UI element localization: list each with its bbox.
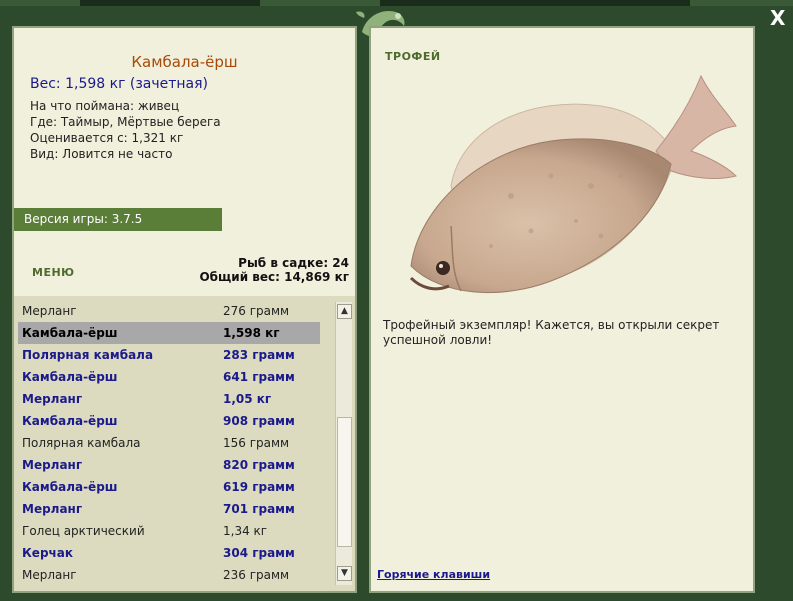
list-item-name: Полярная камбала bbox=[22, 436, 141, 450]
close-icon[interactable]: X bbox=[770, 6, 785, 30]
list-item[interactable]: Мерланг 1,05 кг bbox=[18, 388, 320, 410]
bait-line: На что поймана: живец bbox=[30, 99, 180, 113]
list-item-weight: 1,598 кг bbox=[223, 326, 280, 340]
scroll-thumb[interactable] bbox=[337, 417, 352, 547]
location-line: Где: Таймыр, Мёртвые берега bbox=[30, 115, 221, 129]
list-item[interactable]: Камбала-ёрш 619 грамм bbox=[18, 476, 320, 498]
list-item-name: Керчак bbox=[22, 546, 74, 560]
total-weight: Общий вес: 14,869 кг bbox=[199, 270, 349, 284]
list-item-name: Мерланг bbox=[22, 458, 83, 472]
scroll-up-arrow-icon[interactable]: ▲ bbox=[337, 304, 352, 319]
list-item-weight: 820 грамм bbox=[223, 458, 295, 472]
list-item-weight: 156 грамм bbox=[223, 436, 290, 450]
list-item[interactable]: Керчак 304 грамм bbox=[18, 542, 320, 564]
list-item-weight: 1,34 кг bbox=[223, 524, 268, 538]
list-item[interactable]: Голец арктический 1,34 кг bbox=[18, 520, 320, 542]
list-item-weight: 276 грамм bbox=[223, 304, 290, 318]
trophy-description: Трофейный экземпляр! Кажется, вы открыли… bbox=[383, 318, 720, 347]
list-item-weight: 908 грамм bbox=[223, 414, 295, 428]
list-item-weight: 619 грамм bbox=[223, 480, 295, 494]
fish-weight: Вес: 1,598 кг (зачетная) bbox=[30, 76, 209, 92]
flounder-fish-image bbox=[409, 74, 737, 294]
list-item-weight: 304 грамм bbox=[223, 546, 295, 560]
valuation-line: Оценивается с: 1,321 кг bbox=[30, 131, 184, 145]
list-item[interactable]: Камбала-ёрш 908 грамм bbox=[18, 410, 320, 432]
keepnet-stats: Рыб в садке: 24 Общий вес: 14,869 кг bbox=[199, 256, 349, 284]
list-item-name: Мерланг bbox=[22, 568, 77, 582]
list-item-name: Камбала-ёрш bbox=[22, 480, 118, 494]
list-item[interactable]: Полярная камбала 156 грамм bbox=[18, 432, 320, 454]
list-item-name: Мерланг bbox=[22, 304, 77, 318]
list-item-weight: 641 грамм bbox=[223, 370, 295, 384]
fish-name-title: Камбала-ёрш bbox=[131, 53, 238, 71]
list-item-weight: 283 грамм bbox=[223, 348, 295, 362]
list-scrollbar[interactable]: ▲ ▼ bbox=[335, 302, 352, 585]
list-item-name: Мерланг bbox=[22, 392, 83, 406]
list-item-name: Камбала-ёрш bbox=[22, 370, 118, 384]
list-item-weight: 1,05 кг bbox=[223, 392, 272, 406]
hotkeys-link[interactable]: Горячие клавиши bbox=[377, 568, 490, 581]
list-item-name: Камбала-ёрш bbox=[22, 326, 118, 340]
list-item[interactable]: Мерланг 701 грамм bbox=[18, 498, 320, 520]
fish-info-panel: Камбала-ёрш Вес: 1,598 кг (зачетная) На … bbox=[14, 28, 355, 198]
list-item-name: Голец арктический bbox=[22, 524, 145, 538]
list-item-name: Полярная камбала bbox=[22, 348, 154, 362]
list-item-name: Мерланг bbox=[22, 502, 83, 516]
list-item-weight: 236 грамм bbox=[223, 568, 290, 582]
fish-count: Рыб в садке: 24 bbox=[238, 256, 349, 270]
rarity-line: Вид: Ловится не часто bbox=[30, 147, 173, 161]
top-strip-segment bbox=[0, 0, 80, 6]
list-item-name: Камбала-ёрш bbox=[22, 414, 118, 428]
list-item[interactable]: Мерланг 276 грамм bbox=[18, 300, 320, 322]
left-panel: Камбала-ёрш Вес: 1,598 кг (зачетная) На … bbox=[12, 26, 357, 593]
catch-list[interactable]: Мерланг 276 грамм Камбала-ёрш 1,598 кг Поляр… bbox=[14, 296, 355, 591]
scroll-down-arrow-icon[interactable]: ▼ bbox=[337, 566, 352, 581]
game-version-bar: Версия игры: 3.7.5 bbox=[14, 208, 222, 231]
list-item[interactable]: Мерланг 236 грамм bbox=[18, 564, 320, 586]
list-item[interactable]: Камбала-ёрш 641 грамм bbox=[18, 366, 320, 388]
list-item[interactable]: Камбала-ёрш 1,598 кг bbox=[18, 322, 320, 344]
list-item-weight: 701 грамм bbox=[223, 502, 295, 516]
list-item[interactable]: Мерланг 820 грамм bbox=[18, 454, 320, 476]
menu-button[interactable]: МЕНЮ bbox=[32, 266, 75, 279]
list-item[interactable]: Полярная камбала 283 грамм bbox=[18, 344, 320, 366]
right-panel: ТРОФЕЙ Трофейный экземпляр! Кажется, вы … bbox=[369, 26, 755, 593]
